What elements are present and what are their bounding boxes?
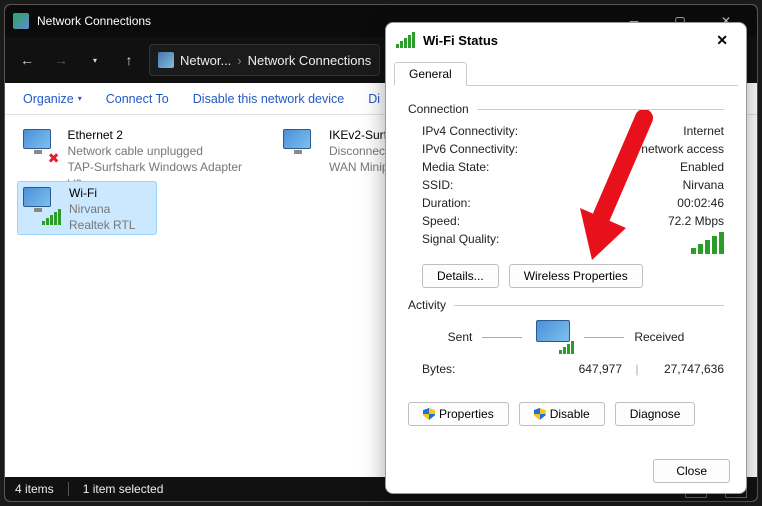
label-signal-quality: Signal Quality: <box>422 232 499 254</box>
dialog-title: Wi-Fi Status <box>423 33 498 48</box>
details-button[interactable]: Details... <box>422 264 499 288</box>
bytes-label: Bytes: <box>422 362 532 376</box>
chevron-down-icon: ▾ <box>78 94 82 103</box>
shield-icon <box>534 408 546 420</box>
connection-item-ethernet2[interactable]: ✖ Ethernet 2 Network cable unplugged TAP… <box>17 123 257 177</box>
chevron-right-icon: › <box>237 53 241 68</box>
connect-to-button[interactable]: Connect To <box>96 88 179 110</box>
wifi-status-dialog: Wi-Fi Status ✕ General Connection IPv4 C… <box>385 22 747 494</box>
value-ipv6: No network access <box>623 142 724 156</box>
signal-icon <box>396 32 415 48</box>
connection-device: WAN Minip <box>329 159 393 175</box>
nav-back-button[interactable]: ← <box>13 46 41 74</box>
connection-item-wifi[interactable]: Wi-Fi Nirvana Realtek RTL <box>17 181 157 235</box>
value-speed: 72.2 Mbps <box>668 214 724 228</box>
disable-button[interactable]: Disable <box>519 402 605 426</box>
label-ipv6: IPv6 Connectivity: <box>422 142 518 156</box>
sent-label: Sent <box>448 330 473 344</box>
connection-name: Wi-Fi <box>69 185 135 201</box>
connection-name: IKEv2-Surfs <box>329 127 393 143</box>
computer-icon <box>532 320 574 354</box>
section-activity: Activity <box>408 298 724 312</box>
wireless-properties-button[interactable]: Wireless Properties <box>509 264 643 288</box>
bytes-sent-value: 647,977 <box>532 362 622 376</box>
value-duration: 00:02:46 <box>677 196 724 210</box>
close-button[interactable]: Close <box>653 459 730 483</box>
connection-name: Ethernet 2 <box>68 127 253 143</box>
nav-up-button[interactable]: ↑ <box>115 46 143 74</box>
dialog-titlebar: Wi-Fi Status ✕ <box>386 23 746 57</box>
section-connection: Connection <box>408 102 724 116</box>
label-ssid: SSID: <box>422 178 453 192</box>
label-speed: Speed: <box>422 214 460 228</box>
address-bar[interactable]: Networ... › Network Connections <box>149 44 380 76</box>
signal-strength-icon <box>42 209 61 225</box>
dialog-body: Connection IPv4 Connectivity: Internet IP… <box>386 86 746 440</box>
tab-strip: General <box>386 57 746 85</box>
signal-quality-icon <box>691 232 724 254</box>
received-label: Received <box>634 330 684 344</box>
tab-general[interactable]: General <box>394 62 467 86</box>
activity-graphic: Sent Received <box>408 320 724 354</box>
connection-device: Realtek RTL <box>69 217 135 233</box>
adapter-icon <box>281 127 321 167</box>
status-item-count: 4 items <box>15 482 54 496</box>
label-media-state: Media State: <box>422 160 489 174</box>
unplugged-overlay-icon: ✖ <box>48 150 60 167</box>
label-duration: Duration: <box>422 196 471 210</box>
bytes-received-value: 27,747,636 <box>652 362 724 376</box>
connection-item-ikev2[interactable]: IKEv2-Surfs Disconnect WAN Minip <box>277 123 397 177</box>
nav-history-button[interactable]: ▾ <box>81 46 109 74</box>
connection-status: Nirvana <box>69 201 135 217</box>
organize-menu[interactable]: Organize ▾ <box>13 88 92 110</box>
value-ipv4: Internet <box>683 124 724 138</box>
disable-device-button[interactable]: Disable this network device <box>183 88 354 110</box>
crumb-network[interactable]: Networ... <box>180 53 231 68</box>
shield-icon <box>423 408 435 420</box>
connection-status: Network cable unplugged <box>68 143 253 159</box>
adapter-icon <box>21 185 61 225</box>
adapter-icon: ✖ <box>21 127 60 167</box>
path-icon <box>158 52 174 68</box>
diagnose-button[interactable]: Diagnose <box>615 402 696 426</box>
label-ipv4: IPv4 Connectivity: <box>422 124 518 138</box>
nav-forward-button[interactable]: → <box>47 46 75 74</box>
status-selected-count: 1 item selected <box>83 482 164 496</box>
crumb-network-connections[interactable]: Network Connections <box>248 53 372 68</box>
value-media-state: Enabled <box>680 160 724 174</box>
properties-button[interactable]: Properties <box>408 402 509 426</box>
dialog-close-button[interactable]: ✕ <box>708 28 736 53</box>
app-icon <box>13 13 29 29</box>
value-ssid: Nirvana <box>683 178 724 192</box>
connection-status: Disconnect <box>329 143 393 159</box>
